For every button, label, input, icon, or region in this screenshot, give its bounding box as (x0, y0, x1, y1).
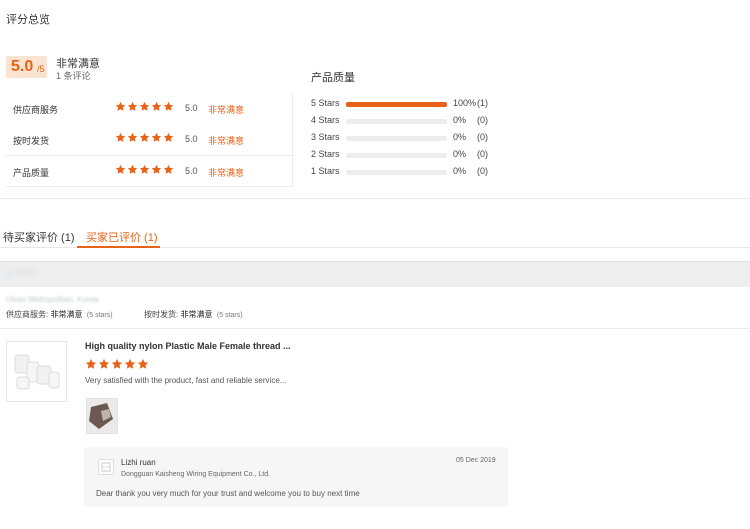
seller-company: Dongguan Kaisheng Wiring Equipment Co., … (121, 471, 271, 478)
star-icon (127, 164, 138, 175)
distribution-percent: 0% (453, 132, 467, 142)
section-divider (0, 198, 750, 199)
distribution-row-2: 2 Stars 0% (0) (311, 149, 511, 163)
distribution-title: 产品质量 (311, 72, 355, 84)
review-divider (0, 328, 750, 329)
star-icon (111, 358, 123, 370)
rating-level: 非常满意 (208, 136, 245, 146)
star-icon (163, 101, 174, 112)
rating-score: 5.0 (185, 134, 198, 144)
rating-row-product-quality[interactable]: 产品质量 5.0 非常满意 (5, 155, 293, 186)
seller-reply: Lizhi ruan Dongguan Kaisheng Wiring Equi… (84, 447, 508, 507)
star-icon (124, 358, 136, 370)
rating-stars (115, 101, 174, 113)
rating-label: 供应商服务 (13, 105, 59, 115)
reviewer-location: Ulsan Metropolitan, Korea (6, 295, 99, 304)
seller-avatar-icon (98, 459, 114, 475)
review-photo[interactable] (86, 398, 118, 434)
distribution-count: (0) (477, 115, 488, 125)
rating-label: 按时发货 (13, 136, 50, 146)
overall-score-badge: 5.0 /5 (6, 56, 47, 78)
distribution-label: 5 Stars (311, 98, 340, 108)
overall-score-max: /5 (37, 64, 45, 74)
star-icon (98, 358, 110, 370)
distribution-bar (346, 136, 447, 141)
reviewer-name: L****** (8, 269, 37, 280)
meta-label: 按时发货: (144, 310, 179, 319)
star-icon (85, 358, 97, 370)
star-icon (139, 132, 150, 143)
review-stars (85, 358, 149, 370)
star-icon (151, 164, 162, 175)
distribution-count: (0) (477, 149, 488, 159)
table-divider (5, 186, 293, 187)
distribution-row-5: 5 Stars 100% (1) (311, 98, 511, 112)
distribution-bar (346, 153, 447, 158)
star-icon (115, 101, 126, 112)
distribution-percent: 0% (453, 166, 467, 176)
rating-row-supplier-service: 供应商服务 5.0 非常满意 (5, 93, 293, 124)
star-icon (163, 164, 174, 175)
distribution-count: (0) (477, 132, 488, 142)
tab-buyer-reviewed[interactable]: 买家已评价 (1) (86, 229, 158, 245)
nylon-connector-image-icon (14, 354, 60, 390)
distribution-bar (346, 119, 447, 124)
review-meta-supplier-service: 供应商服务: 非常满意 (5 stars) (6, 309, 113, 320)
reply-date: 05 Dec 2019 (456, 457, 496, 464)
rating-level: 非常满意 (208, 168, 245, 178)
distribution-count: (0) (477, 166, 488, 176)
rating-score: 5.0 (185, 166, 198, 176)
rating-label: 产品质量 (13, 168, 50, 178)
seller-name: Lizhi ruan (121, 458, 156, 467)
distribution-count: (1) (477, 98, 488, 108)
meta-value: 非常满意 (50, 310, 83, 319)
meta-value: 非常满意 (180, 310, 213, 319)
star-icon (127, 132, 138, 143)
meta-sub: (5 stars) (86, 312, 113, 319)
distribution-bar (346, 170, 447, 175)
star-icon (137, 358, 149, 370)
distribution-percent: 100% (453, 98, 477, 108)
rating-stars (115, 132, 174, 144)
product-name-link[interactable]: High quality nylon Plastic Male Female t… (85, 341, 291, 351)
star-icon (139, 164, 150, 175)
distribution-row-3: 3 Stars 0% (0) (311, 132, 511, 146)
star-icon (115, 164, 126, 175)
distribution-bar (346, 102, 447, 107)
star-icon (151, 101, 162, 112)
rating-level: 非常满意 (208, 105, 245, 115)
overall-score-value: 5.0 (11, 58, 34, 75)
reviewer-header: L****** (0, 261, 750, 287)
active-tab-indicator (77, 246, 160, 248)
star-icon (127, 101, 138, 112)
distribution-label: 3 Stars (311, 132, 340, 142)
distribution-row-4: 4 Stars 0% (0) (311, 115, 511, 129)
distribution-label: 2 Stars (311, 149, 340, 159)
distribution-percent: 0% (453, 149, 467, 159)
review-meta-on-time-delivery: 按时发货: 非常满意 (5 stars) (144, 309, 243, 320)
rating-table: 供应商服务 5.0 非常满意 按时发货 5.0 非常满意 产品质量 5.0 非常… (5, 93, 293, 187)
distribution-percent: 0% (453, 115, 467, 125)
product-photo-icon (87, 399, 117, 433)
review-count: 1 条评论 (56, 71, 91, 81)
review-text: Very satisfied with the product, fast an… (85, 376, 287, 385)
distribution-label: 1 Stars (311, 166, 340, 176)
page-title: 评分总览 (6, 14, 50, 26)
distribution-label: 4 Stars (311, 115, 340, 125)
star-icon (151, 132, 162, 143)
meta-label: 供应商服务: (6, 310, 49, 319)
rating-row-on-time-delivery: 按时发货 5.0 非常满意 (5, 124, 293, 155)
rating-stars (115, 164, 174, 176)
tab-pending-reviews[interactable]: 待买家评价 (1) (3, 229, 75, 245)
distribution-row-1: 1 Stars 0% (0) (311, 166, 511, 180)
meta-sub: (5 stars) (216, 312, 243, 319)
rating-score: 5.0 (185, 103, 198, 113)
distribution-bar-fill (346, 102, 447, 107)
star-icon (115, 132, 126, 143)
product-thumbnail[interactable] (6, 341, 67, 402)
star-icon (163, 132, 174, 143)
reply-text: Dear thank you very much for your trust … (96, 489, 360, 498)
star-icon (139, 101, 150, 112)
